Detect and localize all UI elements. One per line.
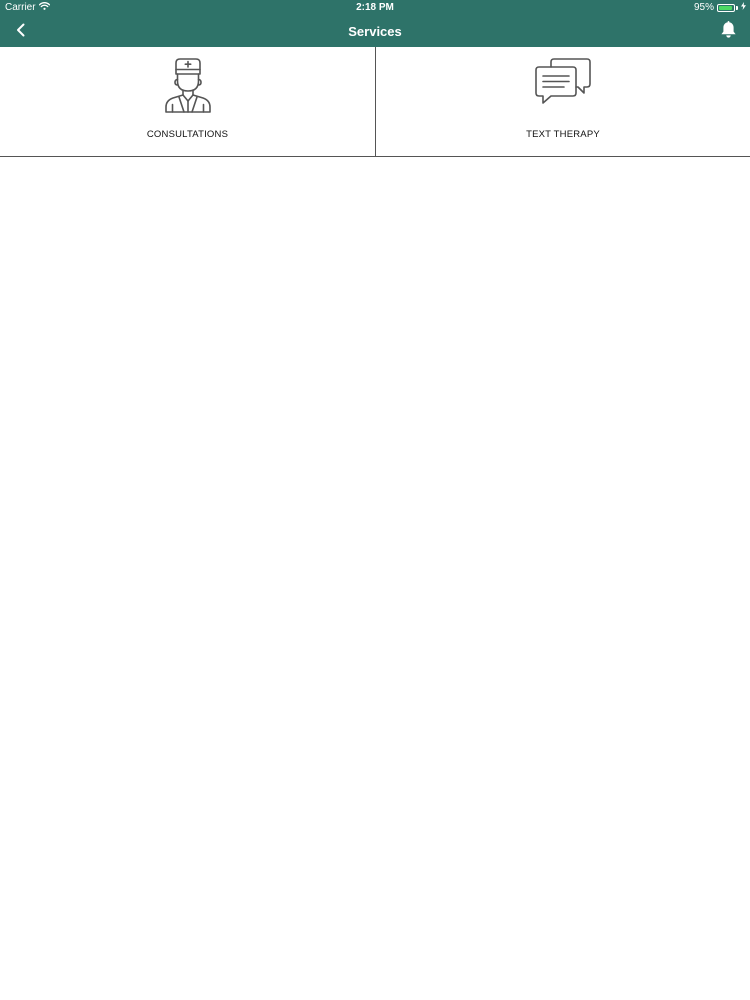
battery-icon	[717, 4, 735, 12]
battery-fill	[719, 6, 732, 10]
navigation-bar: Services	[0, 16, 750, 47]
battery-percent: 95%	[693, 2, 714, 13]
services-grid: CONSULTATIONS TEXT THERAPY	[0, 47, 750, 157]
service-label: CONSULTATIONS	[146, 129, 229, 140]
top-bar: Carrier 2:18 PM 95% Services	[0, 0, 750, 47]
notifications-button[interactable]	[718, 20, 738, 44]
services-screen: Carrier 2:18 PM 95% Services CONSULTATIO…	[0, 0, 750, 1000]
chat-bubbles-icon	[376, 57, 750, 115]
doctor-icon	[0, 57, 375, 115]
battery-tip	[736, 6, 738, 10]
status-time: 2:18 PM	[356, 2, 394, 13]
service-label: TEXT THERAPY	[526, 129, 600, 140]
page-title: Services	[348, 24, 402, 39]
battery-status: 95%	[694, 0, 746, 16]
bell-icon	[720, 20, 737, 44]
service-tile-consultations[interactable]: CONSULTATIONS	[0, 47, 375, 156]
service-tile-text-therapy[interactable]: TEXT THERAPY	[375, 47, 750, 156]
bolt-icon	[741, 0, 746, 16]
status-bar: Carrier 2:18 PM 95%	[0, 0, 750, 16]
